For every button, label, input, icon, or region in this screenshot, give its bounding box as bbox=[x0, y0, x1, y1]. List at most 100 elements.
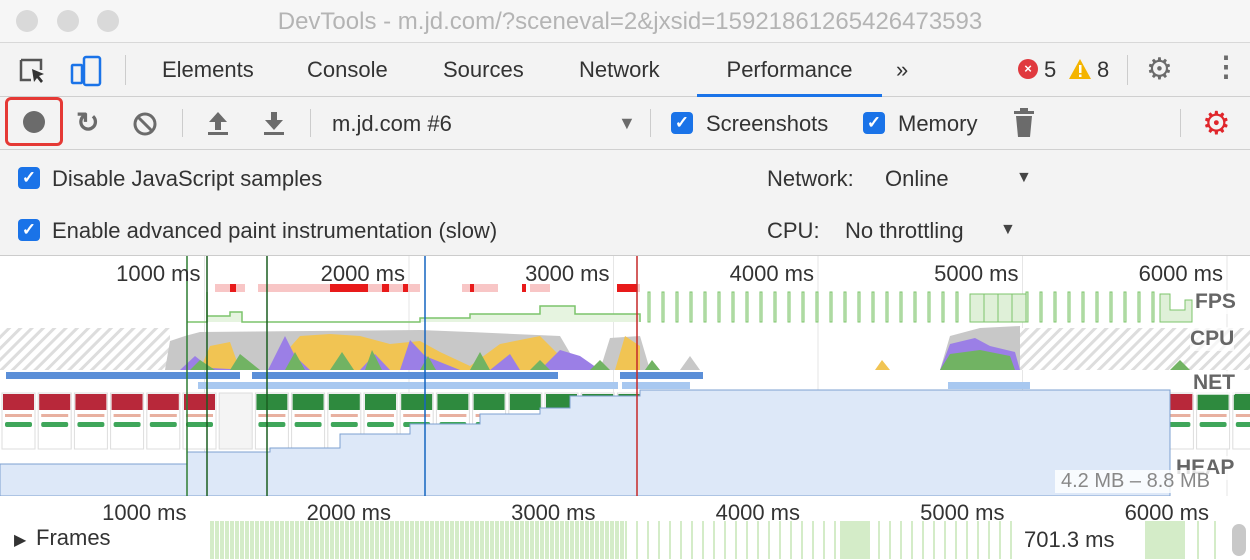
settings-gear-icon[interactable]: ⚙ bbox=[1146, 55, 1173, 85]
fps-bar bbox=[1123, 291, 1127, 323]
disable-js-samples-label[interactable]: Disable JavaScript samples bbox=[52, 166, 322, 192]
tab-elements[interactable]: Elements bbox=[162, 43, 254, 97]
advanced-paint-checkbox[interactable]: ✓ bbox=[18, 219, 40, 241]
frame-bar bbox=[255, 521, 259, 559]
frame-bar bbox=[410, 521, 414, 559]
screenshot-icons bbox=[186, 414, 213, 417]
collect-garbage-icon[interactable] bbox=[1013, 108, 1035, 138]
disable-js-samples-checkbox[interactable]: ✓ bbox=[18, 167, 40, 189]
inspect-element-icon[interactable] bbox=[18, 57, 48, 85]
frame-bar bbox=[335, 521, 339, 559]
load-profile-icon[interactable] bbox=[206, 110, 230, 136]
time-tick-label: 1000 ms bbox=[102, 500, 187, 522]
timeline-overview[interactable] bbox=[0, 256, 1250, 560]
reload-record-icon[interactable]: ↻ bbox=[76, 109, 99, 137]
frame-bar bbox=[540, 521, 544, 559]
fps-bar bbox=[885, 291, 889, 323]
warning-icon[interactable] bbox=[1068, 58, 1092, 80]
screenshot-thumbnail bbox=[218, 392, 253, 450]
frame-bar bbox=[265, 521, 269, 559]
frame-bar bbox=[735, 521, 737, 559]
vertical-scrollbar[interactable] bbox=[1232, 524, 1246, 556]
fps-bar bbox=[689, 291, 693, 323]
time-tick-label: 2000 ms bbox=[320, 261, 405, 286]
frame-bar bbox=[779, 521, 781, 559]
frame-bar bbox=[330, 521, 334, 559]
capture-settings-gear-icon[interactable]: ⚙ bbox=[1202, 107, 1231, 139]
frame-bar bbox=[560, 521, 564, 559]
more-tabs-button[interactable]: » bbox=[896, 43, 908, 97]
frame-bar bbox=[465, 521, 469, 559]
tab-network[interactable]: Network bbox=[579, 43, 660, 97]
screenshot-button bbox=[77, 422, 105, 427]
time-tick-label: 1000 ms bbox=[116, 261, 201, 286]
screenshot-icons bbox=[77, 414, 105, 417]
screenshot-banner bbox=[437, 394, 469, 410]
frame-bar bbox=[360, 521, 364, 559]
save-profile-icon[interactable] bbox=[262, 110, 286, 136]
close-window-button[interactable] bbox=[16, 10, 38, 32]
screenshot-icons bbox=[149, 414, 177, 417]
network-request-bar bbox=[198, 382, 618, 389]
frames-label: Frames bbox=[36, 525, 111, 550]
network-throttle-value: Online bbox=[885, 166, 949, 191]
frame-bar bbox=[470, 521, 474, 559]
fps-bar bbox=[1067, 291, 1071, 323]
frame-bar bbox=[999, 521, 1001, 559]
fps-bar bbox=[815, 291, 819, 323]
frame-bar bbox=[1145, 521, 1185, 559]
screenshot-icons bbox=[258, 414, 286, 417]
screenshot-icons bbox=[403, 414, 431, 417]
tab-sources[interactable]: Sources bbox=[443, 43, 524, 97]
screenshot-banner bbox=[473, 394, 505, 410]
network-throttle-label: Network: bbox=[767, 166, 854, 191]
time-tick-label: 5000 ms bbox=[934, 261, 1019, 286]
screenshot-icons bbox=[41, 414, 69, 417]
frame-bar bbox=[575, 521, 579, 559]
frame-bar bbox=[615, 521, 619, 559]
time-tick-label: 4000 ms bbox=[715, 500, 800, 522]
frame-bar bbox=[955, 521, 957, 559]
fps-bar bbox=[1137, 291, 1141, 323]
frame-bar bbox=[1010, 521, 1012, 559]
frame-bar bbox=[375, 521, 379, 559]
memory-label[interactable]: Memory bbox=[898, 111, 977, 137]
frame-bar bbox=[600, 521, 604, 559]
frames-section-toggle[interactable]: ▶ Frames bbox=[0, 520, 205, 560]
minimize-window-button[interactable] bbox=[57, 10, 79, 32]
memory-checkbox[interactable]: ✓ bbox=[863, 112, 885, 134]
frame-bar bbox=[680, 521, 682, 559]
screenshot-button bbox=[1235, 422, 1250, 427]
more-options-icon[interactable]: ⋮ bbox=[1212, 53, 1240, 81]
screenshot-button bbox=[294, 422, 322, 427]
frame-bar bbox=[520, 521, 524, 559]
frame-bar bbox=[235, 521, 239, 559]
frame-bar bbox=[988, 521, 990, 559]
error-icon[interactable]: × bbox=[1018, 59, 1038, 79]
fps-bar bbox=[675, 291, 679, 323]
screenshots-label[interactable]: Screenshots bbox=[706, 111, 828, 137]
frame-bar bbox=[834, 521, 836, 559]
screenshot-button bbox=[149, 422, 177, 427]
screenshot-button bbox=[1199, 422, 1227, 427]
screenshot-banner bbox=[147, 394, 179, 410]
time-tick-label: 2000 ms bbox=[306, 500, 391, 522]
dropdown-arrow-icon: ▼ bbox=[618, 113, 636, 133]
warning-count[interactable]: 8 bbox=[1097, 57, 1109, 83]
device-toolbar-icon[interactable] bbox=[70, 55, 104, 87]
frame-bar bbox=[977, 521, 979, 559]
error-count[interactable]: 5 bbox=[1044, 57, 1056, 83]
advanced-paint-label[interactable]: Enable advanced paint instrumentation (s… bbox=[52, 218, 497, 244]
record-button[interactable] bbox=[5, 97, 63, 146]
fps-bar bbox=[955, 291, 959, 323]
tab-performance[interactable]: Performance bbox=[697, 43, 882, 97]
screenshot-banner bbox=[39, 394, 71, 410]
frame-bar bbox=[395, 521, 399, 559]
screenshot-icons bbox=[439, 414, 467, 417]
frame-bar bbox=[555, 521, 559, 559]
screenshots-checkbox[interactable]: ✓ bbox=[671, 112, 693, 134]
zoom-window-button[interactable] bbox=[97, 10, 119, 32]
tab-console[interactable]: Console bbox=[307, 43, 388, 97]
clear-icon[interactable] bbox=[132, 111, 158, 137]
screenshot-button bbox=[367, 422, 394, 427]
